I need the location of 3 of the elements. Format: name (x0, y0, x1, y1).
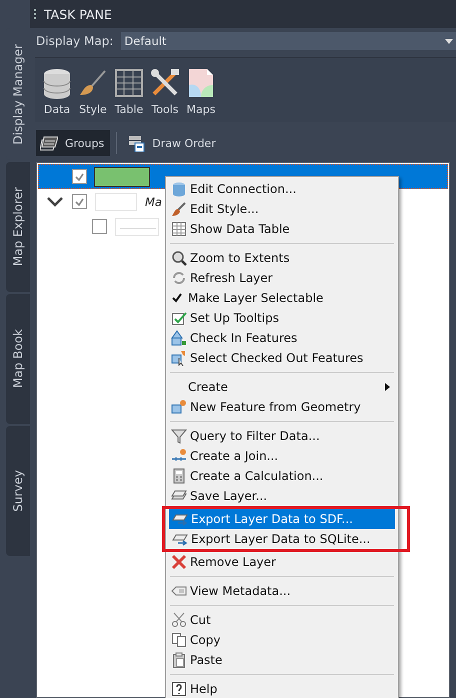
pane-title: TASK PANE (44, 6, 112, 22)
layer-name: Ma (145, 194, 162, 208)
display-map-label: Display Map: (36, 34, 114, 48)
